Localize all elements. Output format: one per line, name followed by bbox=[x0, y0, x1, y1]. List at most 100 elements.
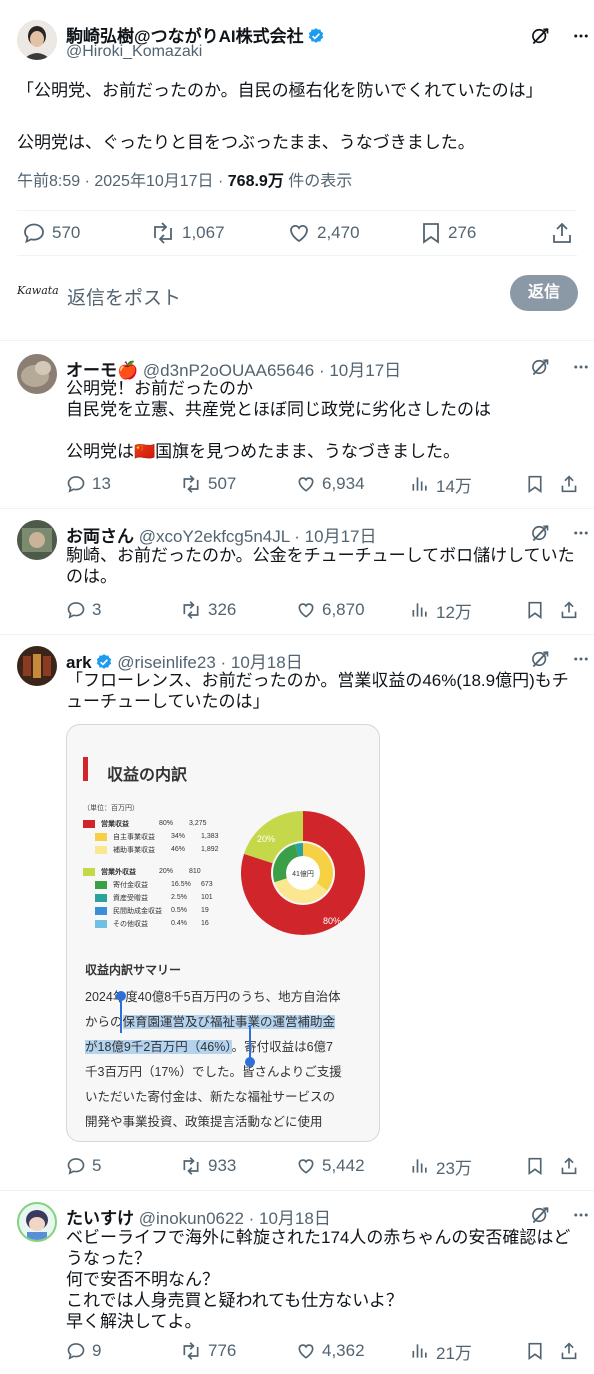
views-button[interactable]: 12万 bbox=[410, 598, 472, 623]
like-button[interactable]: 2,470 bbox=[287, 221, 360, 245]
legend-row: 補助事業収益 46% 1,892 bbox=[83, 843, 243, 856]
reply-submit-button[interactable]: 返信 bbox=[510, 275, 578, 311]
legend-value: 3,275 bbox=[189, 820, 207, 827]
share-icon bbox=[561, 475, 577, 493]
reply-button[interactable]: 5 bbox=[66, 1156, 101, 1176]
reply-author-name[interactable]: たいすけ bbox=[66, 1209, 134, 1228]
reply-count: 5 bbox=[92, 1156, 102, 1175]
legend-value: 1,892 bbox=[201, 846, 219, 853]
reply-icon bbox=[24, 223, 44, 244]
heart-icon bbox=[290, 224, 308, 243]
bookmark-button[interactable] bbox=[526, 1156, 544, 1176]
reply-actions: 9 776 4,362 21万 bbox=[0, 1337, 594, 1365]
more-icon[interactable] bbox=[572, 27, 590, 45]
legend-label: 補助事業収益 bbox=[113, 846, 155, 854]
legend-swatch bbox=[95, 832, 107, 841]
more-icon[interactable] bbox=[572, 1206, 590, 1224]
avatar[interactable] bbox=[17, 520, 57, 560]
verified-badge-icon bbox=[308, 28, 323, 43]
more-icon[interactable] bbox=[572, 524, 590, 542]
grok-icon[interactable] bbox=[530, 357, 550, 377]
reply-author-name[interactable]: お両さん bbox=[66, 527, 134, 546]
grok-icon[interactable] bbox=[530, 649, 550, 669]
legend-value: 810 bbox=[189, 868, 201, 875]
like-count: 4,362 bbox=[322, 1341, 365, 1360]
reply-meta[interactable]: @inokun0622 · 10月18日 bbox=[139, 1209, 331, 1228]
grok-icon[interactable] bbox=[530, 523, 550, 543]
like-button[interactable]: 5,442 bbox=[296, 1156, 365, 1176]
summary-line: が18億9千2百万円（46%）。寄付収益は6億7 bbox=[85, 1035, 375, 1060]
bookmark-button[interactable]: 276 bbox=[420, 221, 476, 245]
bookmark-icon bbox=[528, 1342, 542, 1360]
repost-button[interactable]: 776 bbox=[180, 1341, 236, 1361]
heart-icon bbox=[298, 1159, 314, 1174]
more-icon[interactable] bbox=[572, 650, 590, 668]
reply-text: 駒崎、お前だったのか。公金をチューチューしてボロ儲けしていたのは。 bbox=[66, 546, 575, 586]
avatar[interactable] bbox=[17, 646, 57, 686]
bookmark-button[interactable] bbox=[526, 474, 544, 494]
selection-handle-end[interactable] bbox=[249, 1025, 251, 1061]
view-count: 768.9万 bbox=[227, 173, 284, 190]
repost-icon bbox=[183, 475, 199, 493]
author-handle[interactable]: @Hiroki_Komazaki bbox=[66, 43, 202, 61]
reply-button[interactable]: 13 bbox=[66, 474, 111, 494]
legend-label: 営業外収益 bbox=[101, 868, 136, 876]
composer-input[interactable]: 返信をポスト bbox=[67, 283, 487, 310]
legend-label: 寄付金収益 bbox=[113, 881, 148, 889]
legend-pct: 46% bbox=[171, 846, 186, 853]
share-button[interactable] bbox=[560, 600, 578, 620]
avatar[interactable] bbox=[17, 1202, 57, 1242]
share-button[interactable] bbox=[560, 474, 578, 494]
section-divider bbox=[0, 634, 594, 635]
views-button[interactable]: 21万 bbox=[410, 1339, 472, 1364]
views-button[interactable]: 14万 bbox=[410, 472, 472, 497]
selection-handle-end-knob[interactable] bbox=[245, 1057, 255, 1067]
share-button[interactable] bbox=[560, 1156, 578, 1176]
legend-group-nonoperating: 営業外収益 20% 810 寄付金収益 16.5% 673 資産受贈益 2.5% 101 民… bbox=[83, 865, 243, 930]
share-button[interactable] bbox=[551, 221, 573, 245]
share-button[interactable] bbox=[560, 1341, 578, 1361]
legend-value: 101 bbox=[201, 894, 213, 901]
heart-icon bbox=[298, 1344, 314, 1359]
legend-pct: 0.4% bbox=[171, 920, 187, 927]
reply-top-icons bbox=[530, 357, 590, 377]
tweet-timestamp[interactable]: 午前8:59 · 2025年10月17日 · 768.9万 件の表示 bbox=[17, 167, 352, 191]
avatar[interactable] bbox=[17, 20, 57, 60]
reply-button[interactable]: 9 bbox=[66, 1341, 101, 1361]
avatar[interactable] bbox=[17, 354, 57, 394]
reply-button[interactable]: 3 bbox=[66, 600, 101, 620]
views-icon bbox=[412, 477, 427, 491]
legend-label: その他収益 bbox=[113, 920, 148, 928]
view-suffix: 件の表示 bbox=[283, 173, 353, 190]
repost-button[interactable]: 326 bbox=[180, 600, 236, 620]
repost-button[interactable]: 507 bbox=[180, 474, 236, 494]
repost-button[interactable]: 1,067 bbox=[150, 221, 225, 245]
more-icon[interactable] bbox=[572, 358, 590, 376]
views-button[interactable]: 23万 bbox=[410, 1154, 472, 1179]
reply-icon bbox=[67, 1343, 85, 1360]
section-divider bbox=[0, 340, 594, 341]
legend-label: 自主事業収益 bbox=[113, 833, 155, 841]
bookmark-button[interactable] bbox=[526, 600, 544, 620]
like-button[interactable]: 4,362 bbox=[296, 1341, 365, 1361]
summary-line: 千3百万円（17%）でした。皆さんよりご支援 bbox=[85, 1065, 342, 1079]
legend-row: 営業外収益 20% 810 bbox=[83, 865, 243, 878]
grok-icon[interactable] bbox=[530, 1205, 550, 1225]
reply-meta[interactable]: @xcoY2ekfcg5n4JL · 10月17日 bbox=[139, 527, 377, 546]
reply-actions: 13 507 6,934 14万 bbox=[0, 470, 594, 498]
image-title: 収益の内訳 bbox=[107, 767, 188, 784]
share-icon bbox=[561, 1157, 577, 1175]
legend-row: 資産受贈益 2.5% 101 bbox=[83, 891, 243, 904]
summary-title: 収益内訳サマリー bbox=[85, 963, 182, 977]
like-button[interactable]: 6,870 bbox=[296, 600, 365, 620]
embedded-image[interactable]: 収益の内訳 （単位：百万円） 営業収益 80% 3,275 自主事業収益 34% 1,3… bbox=[66, 724, 380, 1142]
legend-row: その他収益 0.4% 16 bbox=[83, 917, 243, 930]
bookmark-button[interactable] bbox=[526, 1341, 544, 1361]
grok-icon[interactable] bbox=[530, 26, 550, 46]
like-button[interactable]: 6,934 bbox=[296, 474, 365, 494]
selection-handle-start-knob[interactable] bbox=[116, 991, 126, 1001]
timestamp-text[interactable]: 午前8:59 · 2025年10月17日 · bbox=[17, 173, 228, 190]
reply-button[interactable]: 570 bbox=[22, 221, 80, 245]
bookmark-icon bbox=[423, 223, 439, 244]
repost-button[interactable]: 933 bbox=[180, 1156, 236, 1176]
